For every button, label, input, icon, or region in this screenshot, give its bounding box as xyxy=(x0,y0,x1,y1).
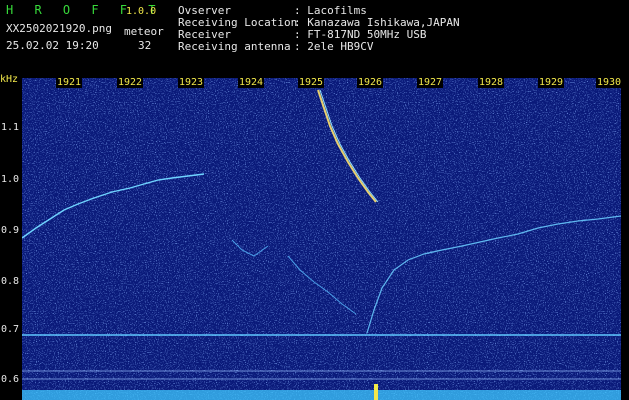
y-tick-0-6: 0.6 xyxy=(1,374,20,385)
x-tick-1922: 1922 xyxy=(117,77,144,88)
y-tick-0-9: 0.9 xyxy=(1,225,20,236)
y-tick-0-8: 0.8 xyxy=(1,276,20,287)
meteor-label: meteor xyxy=(124,25,164,38)
spectrogram-noise xyxy=(22,78,621,400)
x-tick-1930: 1930 xyxy=(596,77,623,88)
header-panel: H R O F F T 1.0.0 XX2502021920.png 25.02… xyxy=(0,0,629,72)
y-axis-unit: kHz xyxy=(0,74,19,85)
x-tick-1921: 1921 xyxy=(56,77,83,88)
spectrogram xyxy=(22,78,621,400)
y-tick-0-7: 0.7 xyxy=(1,324,20,335)
y-tick-1-1: 1.1 xyxy=(1,122,20,133)
x-tick-1928: 1928 xyxy=(478,77,505,88)
meteor-count: 32 xyxy=(138,39,152,52)
x-tick-1929: 1929 xyxy=(538,77,565,88)
y-tick-1-0: 1.0 xyxy=(1,174,20,185)
file-name: XX2502021920.png xyxy=(6,22,112,35)
x-tick-1925: 1925 xyxy=(298,77,325,88)
bottom-marker xyxy=(374,384,378,400)
info-value-antenna: : 2ele HB9CV xyxy=(294,40,374,53)
x-tick-1924: 1924 xyxy=(238,77,265,88)
info-key-antenna: Receiving antenna xyxy=(178,40,291,53)
x-tick-1923: 1923 xyxy=(178,77,205,88)
app-version: 1.0.0 xyxy=(126,6,157,17)
bottom-band xyxy=(22,390,621,400)
x-tick-1927: 1927 xyxy=(417,77,444,88)
x-tick-1926: 1926 xyxy=(357,77,384,88)
file-datetime: 25.02.02 19:20 xyxy=(6,39,99,52)
